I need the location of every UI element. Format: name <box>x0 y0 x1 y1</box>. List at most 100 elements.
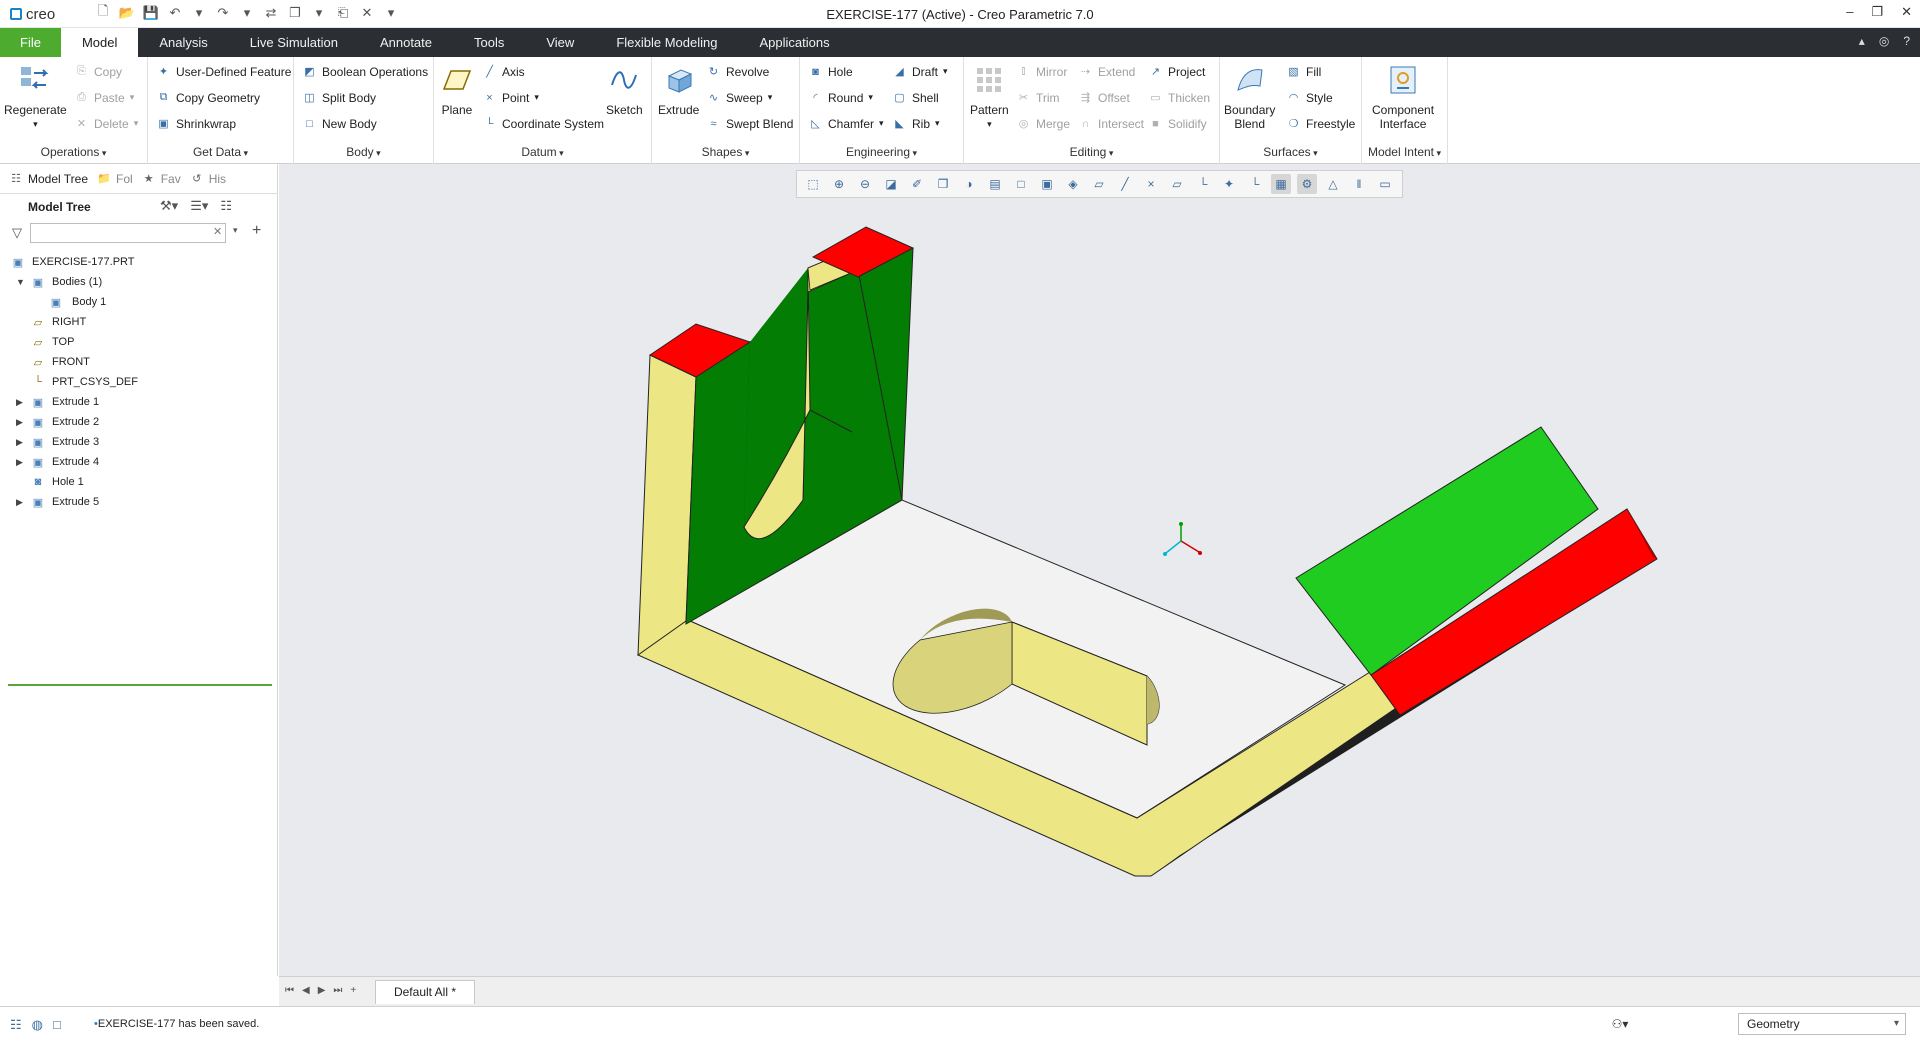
hole-button[interactable]: ◙ Hole <box>808 64 853 79</box>
expand-arrow-icon[interactable]: ▶ <box>16 397 26 408</box>
collapse-arrow-icon[interactable]: ▼ <box>16 277 26 287</box>
annotation-toggle-icon[interactable]: ▦ <box>1271 174 1291 194</box>
open-folder-icon[interactable]: 📂 <box>118 4 136 22</box>
customize-toolbar-icon[interactable]: ▾ <box>382 4 400 22</box>
regenerate-dropdown-icon[interactable]: ▾ <box>33 117 38 131</box>
last-view-icon[interactable]: ▭ <box>1375 174 1395 194</box>
point-button[interactable]: × Point ▾ <box>482 90 539 105</box>
minimize-icon[interactable]: – <box>1846 4 1853 20</box>
tab-folder-browser[interactable]: 📁 Fol <box>96 172 133 186</box>
new-file-icon[interactable]: 🗋 <box>94 3 112 22</box>
windows-icon[interactable]: ❐ <box>286 4 304 22</box>
group-label-get-data[interactable]: Get Data <box>148 145 293 159</box>
paste-button[interactable]: ⎙ Paste ▾ <box>74 90 134 105</box>
tab-live-simulation[interactable]: Live Simulation <box>229 28 359 57</box>
new-tab-icon[interactable]: + <box>350 985 356 996</box>
sweep-button[interactable]: ∿ Sweep ▾ <box>706 90 772 105</box>
view-manager-icon[interactable]: ▤ <box>985 174 1005 194</box>
intersect-button[interactable]: ∩ Intersect <box>1078 116 1144 131</box>
shrinkwrap-button[interactable]: ▣ Shrinkwrap <box>156 116 236 131</box>
group-label-body[interactable]: Body <box>294 145 433 159</box>
point-display-icon[interactable]: ╱ <box>1115 174 1135 194</box>
filters-icon[interactable]: └ <box>1245 174 1265 194</box>
tab-model-tree[interactable]: ☷ Model Tree <box>8 172 88 186</box>
tree-show-icon[interactable]: ☰▾ <box>190 198 208 214</box>
prev-tab-icon[interactable]: ◀ <box>302 985 310 996</box>
tab-model[interactable]: Model <box>60 28 139 57</box>
first-tab-icon[interactable]: ⏮ <box>285 985 294 996</box>
expand-arrow-icon[interactable]: ▶ <box>16 437 26 448</box>
copy-geometry-button[interactable]: ⧉ Copy Geometry <box>156 90 260 105</box>
tree-settings-icon[interactable]: ⚒▾ <box>160 198 178 214</box>
perspective-icon[interactable]: ✐ <box>907 174 927 194</box>
clear-search-icon[interactable]: ✕ <box>213 225 222 238</box>
freestyle-button[interactable]: ❍ Freestyle <box>1286 116 1356 131</box>
tab-history[interactable]: ↺ His <box>189 172 226 186</box>
group-label-engineering[interactable]: Engineering <box>800 145 963 159</box>
delete-button[interactable]: ✕ Delete ▾ <box>74 116 138 131</box>
axis-button[interactable]: ╱ Axis <box>482 64 524 79</box>
tree-item-csys[interactable]: └ PRT_CSYS_DEF <box>0 372 278 392</box>
tab-tools[interactable]: Tools <box>453 28 525 57</box>
solidify-button[interactable]: ■ Solidify <box>1148 116 1207 131</box>
redo-icon[interactable]: ↷ <box>214 4 232 22</box>
help-icon[interactable]: ? <box>1903 34 1910 48</box>
chamfer-button[interactable]: ◺ Chamfer ▾ <box>808 116 883 131</box>
tree-item-front-plane[interactable]: ▱ FRONT <box>0 352 278 372</box>
tree-item-right-plane[interactable]: ▱ RIGHT <box>0 312 278 332</box>
search-options-dropdown-icon[interactable]: ▾ <box>233 225 238 236</box>
windows-dropdown-icon[interactable]: ▾ <box>310 4 328 22</box>
spin-center-icon[interactable]: ▱ <box>1167 174 1187 194</box>
tag-display-icon[interactable]: ✦ <box>1219 174 1239 194</box>
pattern-button[interactable]: Pattern ▾ <box>970 63 1009 131</box>
group-label-model-intent[interactable]: Model Intent <box>1362 145 1447 159</box>
selection-filter-dropdown[interactable]: Geometry <box>1738 1013 1906 1035</box>
tab-favorites[interactable]: ★ Fav <box>141 172 181 186</box>
close-x-icon[interactable]: ✕ <box>358 4 376 22</box>
tab-view[interactable]: View <box>525 28 595 57</box>
smart-selection-icon[interactable]: ⚇▾ <box>1600 1013 1640 1035</box>
collapse-ribbon-icon[interactable]: ▴ <box>1859 34 1865 48</box>
revolve-button[interactable]: ↻ Revolve <box>706 64 769 79</box>
tree-filter-display-icon[interactable]: ☷ <box>220 198 232 214</box>
extrude-button[interactable]: Extrude <box>658 63 699 117</box>
fill-button[interactable]: ▧ Fill <box>1286 64 1321 79</box>
group-label-datum[interactable]: Datum <box>434 145 651 159</box>
zoom-out-icon[interactable]: ⊖ <box>855 174 875 194</box>
redo-dropdown-icon[interactable]: ▾ <box>238 4 256 22</box>
insert-here-indicator[interactable] <box>8 684 272 686</box>
swept-blend-button[interactable]: ≈ Swept Blend <box>706 116 793 131</box>
datum-display-icon[interactable]: └ <box>1193 174 1213 194</box>
tab-flexible-modeling[interactable]: Flexible Modeling <box>595 28 738 57</box>
expand-arrow-icon[interactable]: ▶ <box>16 457 26 468</box>
tab-annotate[interactable]: Annotate <box>359 28 453 57</box>
group-label-operations[interactable]: Operations <box>0 145 147 159</box>
search-help-icon[interactable]: ◎ <box>1879 34 1889 48</box>
repaint-icon[interactable]: ◪ <box>881 174 901 194</box>
udf-button[interactable]: ✦ User-Defined Feature <box>156 64 292 79</box>
display-style-icon[interactable]: ◑ <box>959 174 979 194</box>
tree-item-extrude-2[interactable]: ▶ ▣ Extrude 2 <box>0 412 278 432</box>
group-label-editing[interactable]: Editing <box>964 145 1219 159</box>
project-button[interactable]: ↗ Project <box>1148 64 1205 79</box>
rib-button[interactable]: ◣ Rib ▾ <box>892 116 939 131</box>
trim-button[interactable]: ✂ Trim <box>1016 90 1060 105</box>
pause-icon[interactable]: ‖ <box>1349 174 1369 194</box>
tree-item-top-plane[interactable]: ▱ TOP <box>0 332 278 352</box>
plane-display-icon[interactable]: ◈ <box>1063 174 1083 194</box>
style-button[interactable]: ◠ Style <box>1286 90 1333 105</box>
draft-button[interactable]: ◢ Draft ▾ <box>892 64 947 79</box>
graphics-viewport[interactable]: ⬚ ⊕ ⊖ ◪ ✐ ❐ ◑ ▤ □ ▣ ◈ ▱ ╱ × ▱ └ ✦ └ ▦ ⚙ … <box>279 164 1920 976</box>
split-body-button[interactable]: ◫ Split Body <box>302 90 376 105</box>
full-screen-icon[interactable]: □ <box>53 1017 61 1033</box>
axis-display-icon[interactable]: ▱ <box>1089 174 1109 194</box>
offset-button[interactable]: ⇶ Offset <box>1078 90 1130 105</box>
mirror-button[interactable]: ⫾ Mirror <box>1016 64 1068 79</box>
group-label-surfaces[interactable]: Surfaces <box>1220 145 1361 159</box>
tab-default-all[interactable]: Default All * <box>375 980 475 1004</box>
regenerate-icon[interactable]: ⇄ <box>262 4 280 22</box>
tree-item-extrude-3[interactable]: ▶ ▣ Extrude 3 <box>0 432 278 452</box>
add-filter-icon[interactable]: + <box>252 222 261 240</box>
extend-button[interactable]: ⇢ Extend <box>1078 64 1135 79</box>
sketch-button[interactable]: Sketch <box>606 63 643 117</box>
